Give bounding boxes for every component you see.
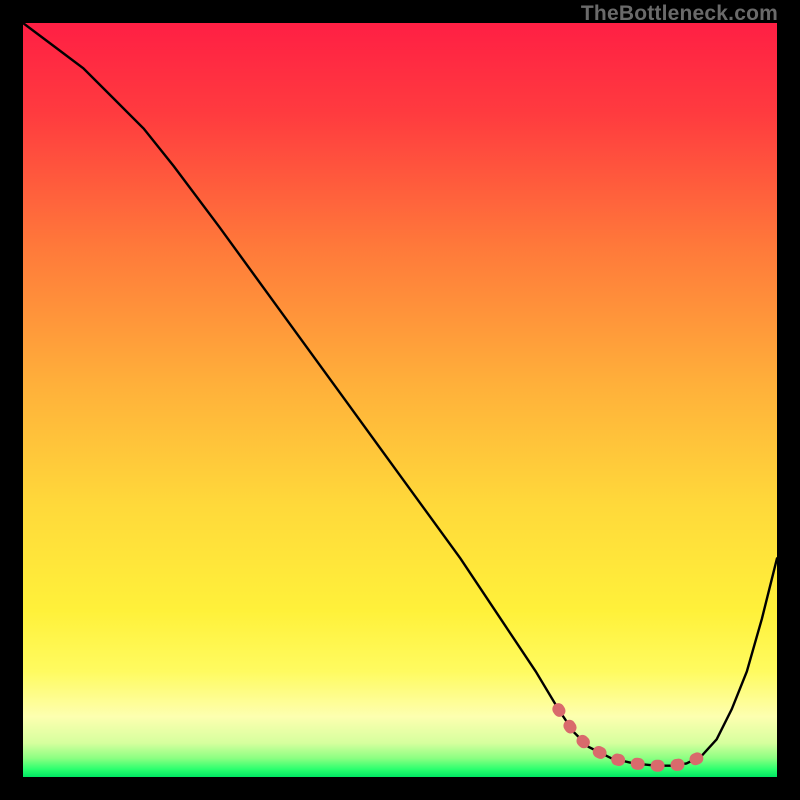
bottleneck-chart [23,23,777,777]
gradient-background [23,23,777,777]
chart-container [23,23,777,777]
